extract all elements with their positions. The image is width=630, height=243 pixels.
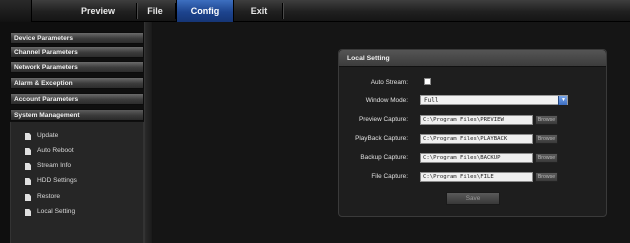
- config-sidebar: Device Parameters Channel Parameters Net…: [0, 22, 152, 243]
- backup-capture-browse-button[interactable]: Browse: [535, 153, 558, 163]
- sidebar-item-label: Local Setting: [37, 208, 76, 215]
- sidebar-scroll-rail: [144, 22, 152, 243]
- file-capture-label: File Capture:: [371, 173, 408, 180]
- sidebar-category-account-parameters[interactable]: Account Parameters: [10, 93, 144, 105]
- panel-title: Local Setting: [339, 50, 606, 67]
- preview-capture-browse-button[interactable]: Browse: [535, 115, 558, 125]
- sidebar-category-device-parameters[interactable]: Device Parameters: [10, 32, 144, 44]
- menu-file[interactable]: File: [138, 0, 172, 22]
- window-mode-value: Full: [424, 97, 439, 104]
- menu-left-cap: [0, 0, 32, 22]
- document-icon: [25, 209, 31, 216]
- document-icon: [25, 133, 31, 140]
- document-icon: [25, 163, 31, 170]
- file-capture-path-field[interactable]: C:\Program Files\FILE: [420, 172, 533, 182]
- chevron-down-icon[interactable]: ▼: [558, 96, 567, 105]
- preview-capture-label: Preview Capture:: [358, 116, 408, 123]
- menu-separator: [282, 3, 283, 19]
- sidebar-item-label: Auto Reboot: [37, 147, 74, 154]
- backup-capture-path-field[interactable]: C:\Program Files\BACKUP: [420, 153, 533, 163]
- menu-exit[interactable]: Exit: [238, 0, 280, 22]
- sidebar-category-channel-parameters[interactable]: Channel Parameters: [10, 46, 144, 58]
- auto-stream-checkbox[interactable]: [424, 78, 431, 85]
- backup-capture-label: Backup Capture:: [360, 154, 408, 161]
- sidebar-category-system-management[interactable]: System Management: [10, 109, 144, 121]
- window-mode-select[interactable]: Full ▼: [420, 95, 568, 105]
- playback-capture-browse-button[interactable]: Browse: [535, 134, 558, 144]
- auto-stream-label: Auto Stream:: [370, 79, 408, 86]
- sidebar-category-alarm-exception[interactable]: Alarm & Exception: [10, 77, 144, 89]
- menu-preview[interactable]: Preview: [62, 0, 134, 22]
- top-menu-bar: Preview File Config Exit: [0, 0, 630, 22]
- sidebar-item-label: Update: [37, 132, 59, 139]
- preview-capture-path-field[interactable]: C:\Program Files\PREVIEW: [420, 115, 533, 125]
- document-icon: [25, 178, 31, 185]
- playback-capture-path-field[interactable]: C:\Program Files\PLAYBACK: [420, 134, 533, 144]
- window-mode-label: Window Mode:: [365, 97, 408, 104]
- save-button[interactable]: Save: [446, 192, 500, 205]
- document-icon: [25, 148, 31, 155]
- menu-separator: [136, 3, 137, 19]
- playback-capture-label: PlayBack Capture:: [355, 135, 408, 142]
- sidebar-item-label: HDD Settings: [37, 177, 77, 184]
- file-capture-browse-button[interactable]: Browse: [535, 172, 558, 182]
- document-icon: [25, 194, 31, 201]
- sidebar-item-label: Restore: [37, 193, 61, 200]
- sidebar-item-label: Stream Info: [37, 162, 72, 169]
- menu-config[interactable]: Config: [176, 0, 234, 22]
- sidebar-category-network-parameters[interactable]: Network Parameters: [10, 61, 144, 73]
